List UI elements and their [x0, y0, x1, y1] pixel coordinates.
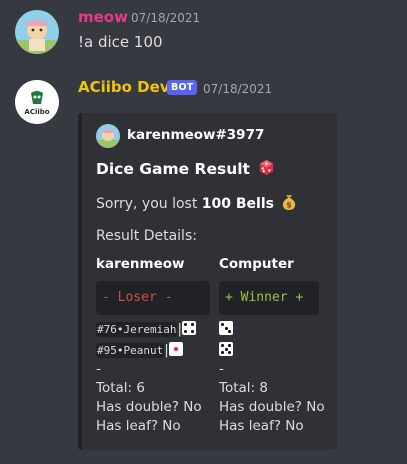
dice-row — [219, 320, 337, 339]
message-text: !a dice 100 — [78, 33, 163, 51]
embed-author-avatar[interactable] — [96, 124, 120, 148]
villager-code: #76•Jeremiah — [96, 322, 178, 337]
leaf-text: Has leaf? No — [96, 418, 181, 434]
embed-author-name[interactable]: karenmeow#3977 — [127, 127, 264, 143]
die-three-icon — [219, 321, 233, 335]
field-name: karenmeow — [96, 256, 185, 272]
bot-username[interactable]: ACiibo Dev — [78, 78, 170, 96]
leaf-text: Has leaf? No — [219, 418, 304, 434]
description-prefix: Sorry, you lost — [96, 196, 198, 212]
description-amount: 100 Bells — [201, 196, 274, 212]
result-details-label: Result Details: — [96, 228, 197, 244]
dash-text: - — [96, 361, 101, 377]
computer-field: Computer + Winner + - Total: 8 Has doubl… — [219, 256, 337, 436]
embed-description: Sorry, you lost 100 Bells $ — [96, 193, 298, 215]
embed-title-text: Dice Game Result — [96, 160, 250, 178]
message-meow: meow 07/18/2021 !a dice 100 — [0, 0, 407, 70]
embed-title: Dice Game Result — [96, 159, 275, 180]
double-text: Has double? No — [219, 399, 325, 415]
loser-label: - Loser - — [102, 290, 173, 305]
die-five-icon — [219, 342, 233, 356]
svg-text:$: $ — [287, 201, 293, 210]
timestamp: 07/18/2021 — [131, 11, 201, 25]
user-avatar[interactable] — [15, 10, 59, 54]
result-codeblock: + Winner + — [219, 281, 319, 315]
money-bag-icon: $ — [280, 193, 298, 215]
result-codeblock: - Loser - — [96, 281, 210, 315]
result-embed: karenmeow#3977 Dice Game Result Sorry, y… — [78, 113, 337, 450]
die-four-icon — [182, 321, 197, 335]
double-text: Has double? No — [96, 399, 202, 415]
dice-row: #76•Jeremiah| — [96, 320, 214, 339]
bot-avatar-logo-text: ACiibo — [24, 108, 49, 116]
dash-text: - — [219, 361, 224, 377]
winner-label: + Winner + — [225, 290, 304, 305]
bot-badge: BOT — [167, 80, 198, 95]
die-one-icon — [168, 342, 183, 356]
game-die-icon — [258, 159, 275, 180]
username[interactable]: meow — [78, 8, 128, 26]
total-text: Total: 8 — [219, 380, 268, 396]
field-name: Computer — [219, 256, 294, 272]
dice-row: #95•Peanut| — [96, 341, 214, 360]
villager-code: #95•Peanut — [96, 343, 165, 358]
timestamp: 07/18/2021 — [203, 82, 273, 96]
dice-row — [219, 341, 337, 360]
bot-avatar[interactable]: ACiibo — [15, 80, 59, 124]
total-text: Total: 6 — [96, 380, 145, 396]
player-field: karenmeow - Loser - #76•Jeremiah| #95•Pe… — [96, 256, 214, 436]
